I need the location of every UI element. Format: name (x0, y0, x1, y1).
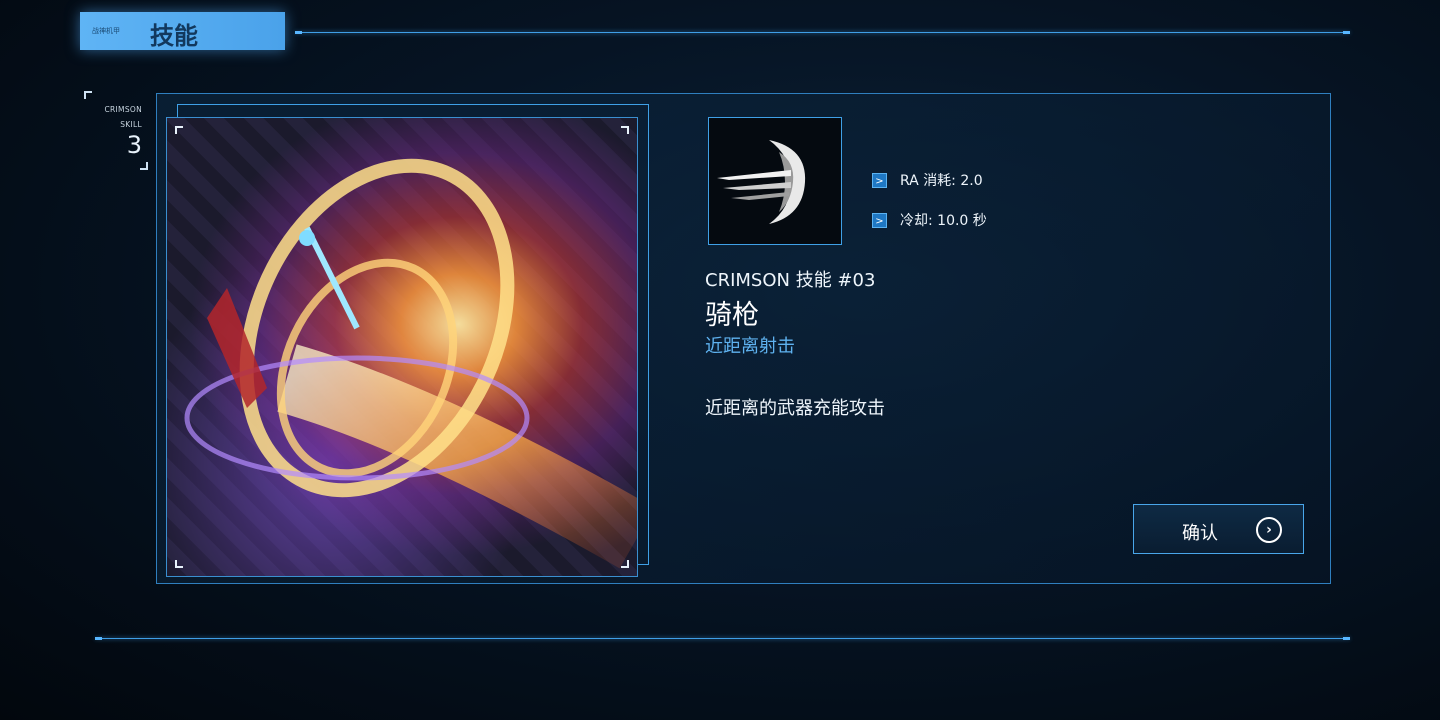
stat-ra-cost: > RA 消耗: 2.0 (872, 171, 983, 189)
chevron-right-icon: > (872, 172, 887, 188)
skill-preview-image (166, 117, 638, 577)
stat-cooldown: > 冷却: 10.0 秒 (872, 211, 987, 229)
side-label: CRIMSON SKILL 3 (92, 102, 142, 158)
side-label-line2: SKILL (120, 120, 142, 129)
side-label-line1: CRIMSON (104, 105, 142, 114)
header-small-label: 战神机甲 (92, 27, 120, 35)
footer-divider (95, 637, 1350, 640)
stat-cooldown-text: 冷却: 10.0 秒 (900, 213, 987, 229)
header-tab: 战神机甲 技能 (80, 12, 285, 50)
side-corner-bottom-right (140, 162, 148, 170)
skill-description: 近距离的武器充能攻击 (705, 398, 885, 419)
page-title: 技能 (150, 22, 198, 50)
skill-type: 近距离射击 (705, 336, 795, 357)
chevron-right-icon: > (872, 212, 887, 228)
chevron-circle-right-icon: › (1256, 517, 1282, 543)
side-corner-top-left (84, 91, 92, 99)
side-label-number: 3 (126, 131, 142, 159)
stat-ra-cost-text: RA 消耗: 2.0 (900, 173, 983, 189)
frame-corner-br (621, 560, 629, 568)
confirm-button[interactable]: 确认 › (1133, 504, 1304, 554)
frame-corner-bl (175, 560, 183, 568)
confirm-button-label: 确认 (1182, 523, 1218, 544)
frame-corner-tr (621, 126, 629, 134)
frame-corner-tl (175, 126, 183, 134)
header-divider (295, 31, 1350, 34)
lance-slash-icon (708, 117, 842, 245)
skill-name: 骑枪 (705, 300, 759, 331)
skill-effect-art (184, 158, 637, 569)
skill-code: CRIMSON 技能 #03 (705, 270, 876, 291)
